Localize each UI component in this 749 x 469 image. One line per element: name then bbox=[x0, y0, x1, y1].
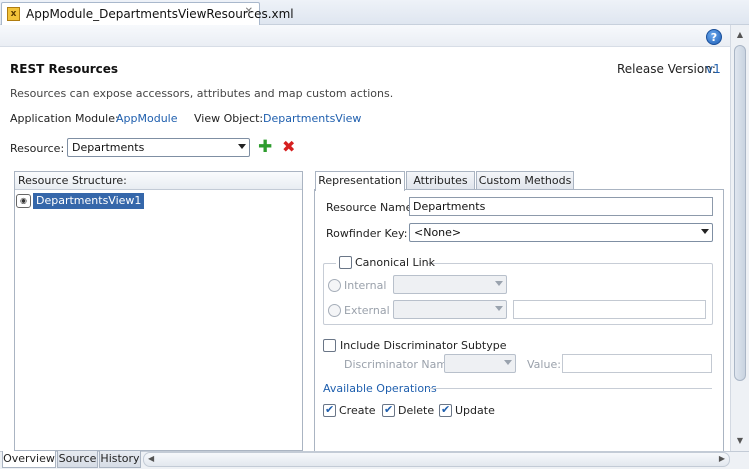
view-object-label: View Object: bbox=[194, 112, 264, 125]
bottom-tab-overview[interactable]: Overview bbox=[2, 451, 56, 468]
external-select[interactable] bbox=[393, 300, 507, 319]
chevron-down-icon bbox=[701, 229, 709, 234]
scroll-thumb[interactable] bbox=[734, 45, 746, 381]
internal-label: Internal bbox=[344, 279, 387, 292]
section-divider bbox=[428, 388, 712, 389]
available-operations-heading: Available Operations bbox=[323, 382, 437, 395]
internal-radio[interactable] bbox=[328, 279, 341, 292]
scroll-up-icon[interactable]: ▲ bbox=[733, 29, 747, 41]
application-module-label: Application Module: bbox=[10, 112, 119, 125]
resource-name-input[interactable]: Departments bbox=[409, 197, 713, 216]
update-checkbox[interactable] bbox=[439, 403, 452, 417]
external-url-input[interactable] bbox=[513, 300, 706, 319]
canonical-link-checkbox[interactable] bbox=[339, 256, 352, 269]
resource-label: Resource: bbox=[10, 142, 65, 155]
discriminator-name-select[interactable] bbox=[444, 354, 516, 373]
page-title: REST Resources bbox=[10, 62, 119, 76]
help-icon[interactable]: ? bbox=[706, 29, 722, 45]
resource-select-value: Departments bbox=[72, 141, 145, 154]
delete-label: Delete bbox=[398, 404, 435, 417]
resource-structure-panel bbox=[14, 171, 303, 451]
release-version-label: Release Version: bbox=[617, 62, 716, 76]
canonical-link-label: Canonical Link bbox=[355, 256, 436, 269]
help-strip bbox=[0, 25, 730, 47]
editor-tab-file[interactable]: x AppModule_DepartmentsViewResources.xml… bbox=[1, 2, 294, 25]
close-tab-icon[interactable]: ✕ bbox=[245, 6, 253, 17]
update-label: Update bbox=[455, 404, 495, 417]
scroll-right-icon[interactable]: ▶ bbox=[719, 454, 725, 463]
application-module-link[interactable]: AppModule bbox=[116, 112, 178, 125]
page-description: Resources can expose accessors, attribut… bbox=[10, 87, 394, 100]
create-checkbox[interactable] bbox=[323, 403, 336, 417]
rowfinder-key-select[interactable]: <None> bbox=[409, 223, 713, 242]
chevron-down-icon bbox=[238, 144, 246, 149]
scroll-left-icon[interactable]: ◀ bbox=[148, 454, 154, 463]
create-label: Create bbox=[339, 404, 376, 417]
rowfinder-key-label: Rowfinder Key: bbox=[326, 227, 408, 240]
include-discriminator-checkbox[interactable] bbox=[323, 339, 336, 352]
view-object-icon: ◉ bbox=[16, 194, 31, 208]
resource-select[interactable]: Departments bbox=[67, 138, 250, 157]
chevron-down-icon bbox=[504, 360, 512, 365]
vertical-scrollbar[interactable]: ▲ ▼ bbox=[730, 25, 749, 451]
xml-file-icon: x bbox=[7, 7, 20, 21]
horizontal-scrollbar[interactable]: ◀ ▶ bbox=[143, 452, 730, 467]
add-icon[interactable]: ✚ bbox=[258, 139, 272, 156]
external-label: External bbox=[344, 304, 390, 317]
rowfinder-key-value: <None> bbox=[414, 226, 462, 239]
editor-tab-label: AppModule_DepartmentsViewResources.xml bbox=[26, 7, 294, 21]
chevron-down-icon bbox=[495, 306, 503, 311]
tab-representation[interactable]: Representation bbox=[315, 171, 405, 191]
chevron-down-icon bbox=[495, 281, 503, 286]
delete-icon[interactable]: ✖ bbox=[282, 138, 295, 155]
tab-custom-methods[interactable]: Custom Methods bbox=[476, 171, 574, 190]
include-discriminator-label: Include Discriminator Subtype bbox=[340, 339, 507, 352]
release-version-link[interactable]: v1 bbox=[706, 62, 721, 76]
tab-attributes[interactable]: Attributes bbox=[406, 171, 475, 190]
scroll-down-icon[interactable]: ▼ bbox=[733, 435, 747, 447]
external-radio[interactable] bbox=[328, 304, 341, 317]
view-object-link[interactable]: DepartmentsView bbox=[263, 112, 361, 125]
resource-name-label: Resource Name: bbox=[326, 201, 417, 214]
resource-name-value: Departments bbox=[413, 200, 486, 213]
tree-node-departmentsview1[interactable]: DepartmentsView1 bbox=[33, 193, 145, 209]
bottom-tab-history[interactable]: History bbox=[99, 451, 141, 468]
resource-structure-header: Resource Structure: bbox=[15, 172, 302, 190]
discriminator-value-input[interactable] bbox=[562, 354, 712, 373]
bottom-tab-source[interactable]: Source bbox=[57, 451, 98, 468]
internal-select[interactable] bbox=[393, 275, 507, 294]
delete-checkbox[interactable] bbox=[382, 403, 395, 417]
discriminator-value-label: Value: bbox=[527, 358, 561, 371]
discriminator-name-label: Discriminator Name: bbox=[344, 358, 458, 371]
